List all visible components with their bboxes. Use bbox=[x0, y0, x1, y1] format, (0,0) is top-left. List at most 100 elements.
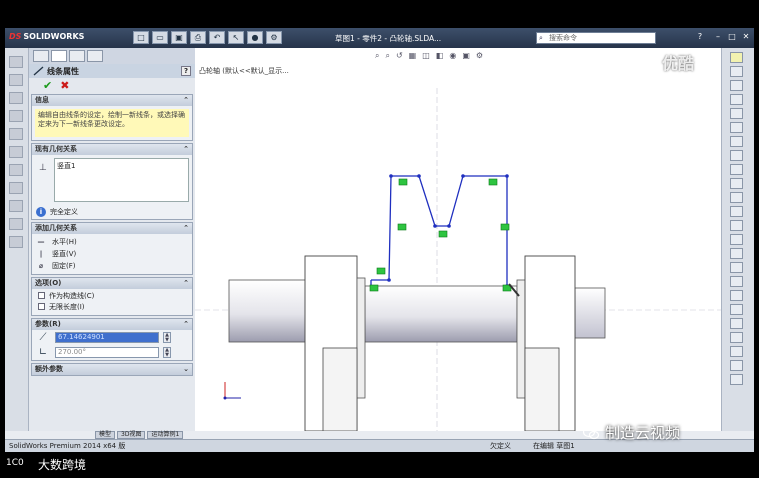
relation-fix[interactable]: ⌀ 固定(F) bbox=[36, 260, 188, 272]
fillet-icon[interactable] bbox=[9, 182, 23, 194]
bottom-tabs: 模型 3D视图 运动算例1 bbox=[95, 431, 184, 439]
model-view[interactable] bbox=[195, 48, 721, 431]
cancel-button[interactable]: ✖ bbox=[60, 79, 69, 92]
plane-tool-icon[interactable] bbox=[730, 220, 743, 231]
tab-3d-views[interactable]: 3D视图 bbox=[117, 431, 146, 439]
options-header[interactable]: 选项(O) ⌃ bbox=[32, 278, 192, 289]
existing-relations-header[interactable]: 现有几何关系 ⌃ bbox=[32, 144, 192, 155]
feature-tree-flyout[interactable]: 凸轮轴 (默认<<默认_显示... bbox=[199, 66, 289, 76]
mirror-tool-icon[interactable] bbox=[730, 290, 743, 301]
relations-tool-icon[interactable] bbox=[730, 332, 743, 343]
length-input[interactable]: 67.14624901 bbox=[55, 332, 159, 343]
select-icon[interactable]: ↖ bbox=[228, 31, 244, 44]
fillet-tool-icon[interactable] bbox=[730, 164, 743, 175]
repair-tool-icon[interactable] bbox=[730, 346, 743, 357]
open-icon[interactable]: ▭ bbox=[152, 31, 168, 44]
collapse-icon[interactable]: ⌃ bbox=[183, 95, 189, 106]
heads-up-view-toolbar[interactable]: ⌕⌕↺▦◫◧◉▣⚙ bbox=[375, 51, 489, 61]
point-tool-icon[interactable] bbox=[730, 178, 743, 189]
centerline-tool-icon[interactable] bbox=[730, 192, 743, 203]
tab-motion-study[interactable]: 运动算例1 bbox=[147, 431, 184, 439]
vertical-icon: | bbox=[39, 250, 43, 258]
search-icon: ⌕ bbox=[539, 34, 543, 42]
collapse-icon[interactable]: ⌃ bbox=[183, 144, 189, 155]
feature-manager-tab[interactable] bbox=[33, 50, 49, 62]
graphics-area[interactable]: 凸轮轴 (默认<<默认_显示... ⌕⌕↺▦◫◧◉▣⚙ bbox=[195, 48, 721, 431]
save-icon[interactable]: ▣ bbox=[171, 31, 187, 44]
search-commands-input[interactable]: ⌕ 搜索命令 bbox=[536, 32, 656, 44]
pattern-tool-icon[interactable] bbox=[730, 318, 743, 329]
sweep-icon[interactable] bbox=[9, 146, 23, 158]
relation-horizontal[interactable]: — 水平(H) bbox=[36, 236, 188, 248]
angle-input[interactable]: 270.00° bbox=[55, 347, 159, 358]
reference-icon[interactable] bbox=[9, 218, 23, 230]
line-tool-icon[interactable] bbox=[730, 52, 743, 63]
slot-tool-icon[interactable] bbox=[730, 80, 743, 91]
offset-tool-icon[interactable] bbox=[730, 234, 743, 245]
tab-model[interactable]: 模型 bbox=[95, 431, 116, 439]
extend-tool-icon[interactable] bbox=[730, 276, 743, 287]
trim-tool-icon[interactable] bbox=[730, 262, 743, 273]
display-manager-tab[interactable] bbox=[87, 50, 103, 62]
text-tool-icon[interactable] bbox=[730, 206, 743, 217]
relation-item[interactable]: 竖直1 bbox=[57, 161, 186, 171]
feature-icon[interactable] bbox=[9, 92, 23, 104]
parameters-header[interactable]: 参数(R) ⌃ bbox=[32, 319, 192, 330]
pattern-icon[interactable] bbox=[9, 200, 23, 212]
existing-relations-group: 现有几何关系 ⌃ ⊥ 竖直1 i 完全定义 bbox=[31, 143, 193, 220]
move-tool-icon[interactable] bbox=[730, 304, 743, 315]
collapse-icon[interactable]: ⌃ bbox=[183, 278, 189, 289]
extrude-icon[interactable] bbox=[9, 110, 23, 122]
parameters-group: 参数(R) ⌃ ⟋ 67.14624901 ▲ ▼ ∟ 270.00° ▲ ▼ bbox=[31, 318, 193, 361]
arc-tool-icon[interactable] bbox=[730, 108, 743, 119]
length-spinner[interactable]: ▲ ▼ bbox=[163, 332, 171, 343]
minimize-icon[interactable]: – bbox=[713, 32, 723, 42]
angle-spinner[interactable]: ▲ ▼ bbox=[163, 347, 171, 358]
product-version: SolidWorks Premium 2014 x64 版 bbox=[9, 442, 126, 450]
info-group-header[interactable]: 信息 ⌃ bbox=[32, 95, 192, 106]
maximize-icon[interactable]: □ bbox=[727, 32, 737, 42]
property-manager-tab[interactable] bbox=[51, 50, 67, 62]
revolve-icon[interactable] bbox=[9, 128, 23, 140]
add-relations-header[interactable]: 添加几何关系 ⌃ bbox=[32, 223, 192, 234]
sketch-points bbox=[387, 174, 509, 288]
solidworks-window: DS SOLIDWORKS □ ▭ ▣ ⎙ ↶ ↖ ● ⚙ 草图1 - 零件2 -… bbox=[5, 28, 754, 452]
rectangle-tool-icon[interactable] bbox=[730, 66, 743, 77]
checkbox[interactable] bbox=[38, 292, 45, 299]
convert-tool-icon[interactable] bbox=[730, 248, 743, 259]
extra-parameters-header[interactable]: 额外参数 ⌄ bbox=[32, 364, 192, 375]
rapid-sketch-icon[interactable] bbox=[730, 374, 743, 385]
expand-icon[interactable]: ⌄ bbox=[183, 364, 189, 375]
undo-icon[interactable]: ↶ bbox=[209, 31, 225, 44]
print-icon[interactable]: ⎙ bbox=[190, 31, 206, 44]
relations-list[interactable]: ⊥ 竖直1 bbox=[39, 158, 189, 202]
circle-tool-icon[interactable] bbox=[730, 94, 743, 105]
checkbox[interactable] bbox=[38, 303, 45, 310]
brand-logo: 1C0 bbox=[6, 457, 24, 468]
relation-icon: ⊥ bbox=[39, 163, 47, 173]
curves-icon[interactable] bbox=[9, 236, 23, 248]
loft-icon[interactable] bbox=[9, 164, 23, 176]
rebuild-icon[interactable]: ● bbox=[247, 31, 263, 44]
sketch-icon[interactable] bbox=[9, 56, 23, 68]
relation-vertical[interactable]: | 竖直(V) bbox=[36, 248, 188, 260]
help-icon[interactable]: ? bbox=[181, 66, 191, 76]
configuration-manager-tab[interactable] bbox=[69, 50, 85, 62]
ellipse-tool-icon[interactable] bbox=[730, 150, 743, 161]
smart-dimension-icon[interactable] bbox=[9, 74, 23, 86]
polygon-tool-icon[interactable] bbox=[730, 122, 743, 133]
sketch-toolbar bbox=[721, 48, 754, 431]
ok-button[interactable]: ✔ bbox=[43, 79, 52, 92]
options-icon[interactable]: ⚙ bbox=[266, 31, 282, 44]
solidworks-logo[interactable]: DS SOLIDWORKS bbox=[9, 32, 84, 41]
construction-checkbox[interactable]: 作为构造线(C) bbox=[38, 291, 186, 302]
collapse-icon[interactable]: ⌃ bbox=[183, 223, 189, 234]
spline-tool-icon[interactable] bbox=[730, 136, 743, 147]
collapse-icon[interactable]: ⌃ bbox=[183, 319, 189, 330]
close-icon[interactable]: ✕ bbox=[741, 32, 751, 42]
new-icon[interactable]: □ bbox=[133, 31, 149, 44]
quick-snaps-icon[interactable] bbox=[730, 360, 743, 371]
infinite-length-checkbox[interactable]: 无限长度(I) bbox=[38, 302, 186, 313]
brand-watermark: 1C0 大数跨境 bbox=[6, 457, 87, 473]
help-icon[interactable]: ? bbox=[695, 32, 705, 42]
